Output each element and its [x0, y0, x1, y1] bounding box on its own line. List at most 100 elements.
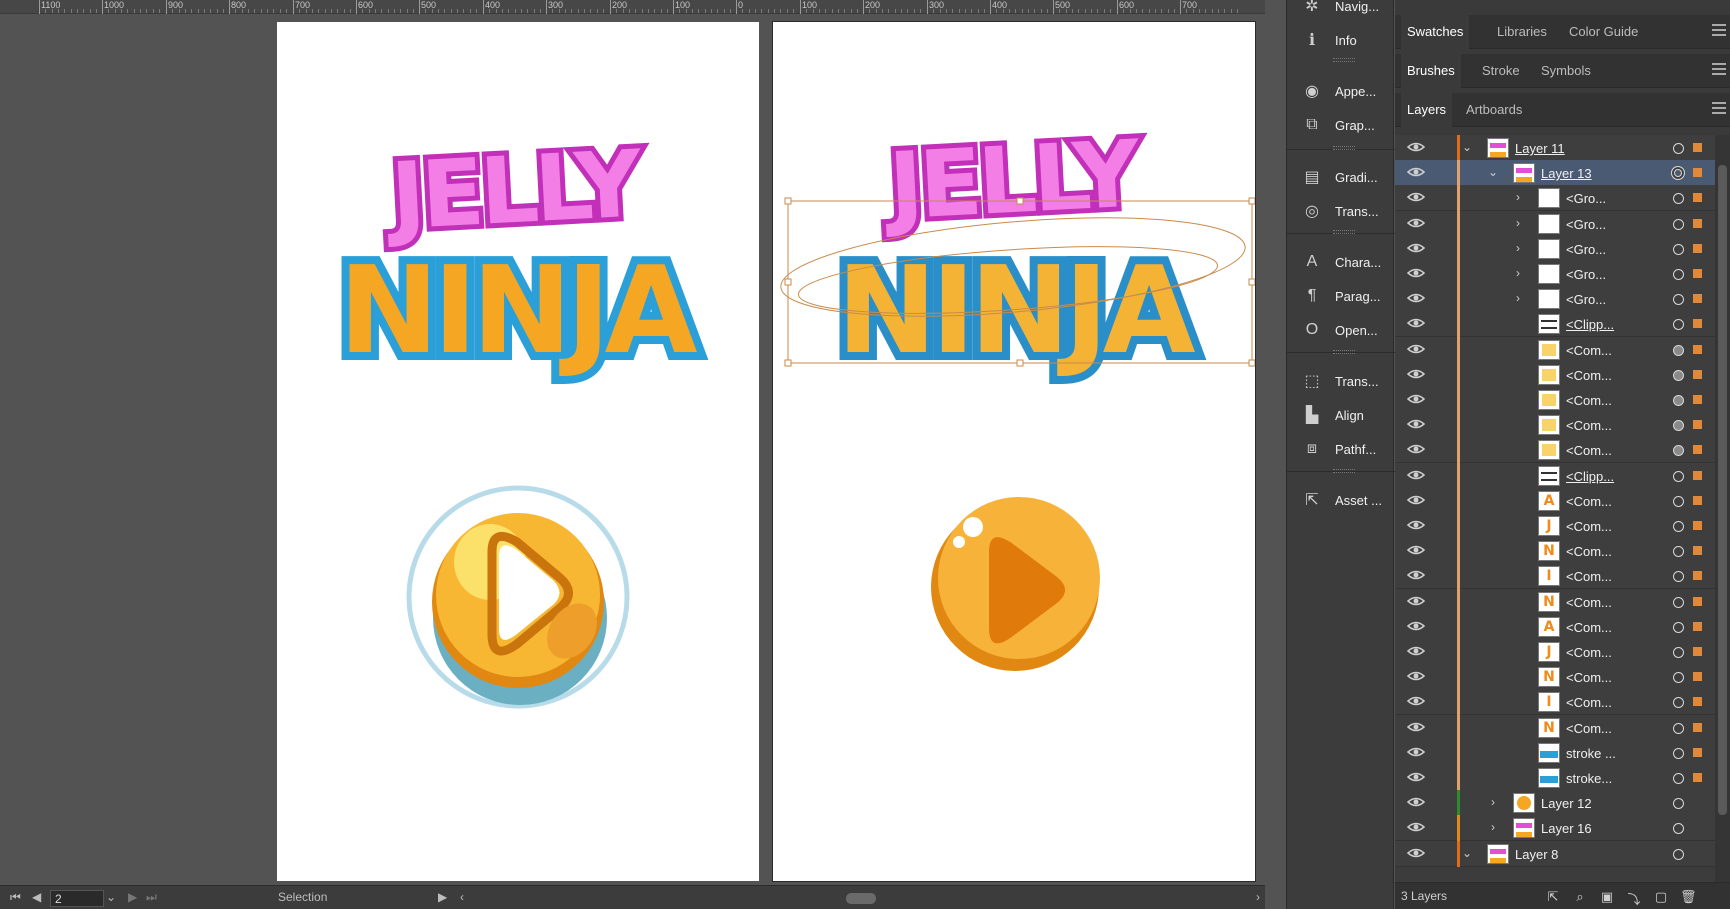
visibility-eye-icon[interactable] [1407, 316, 1425, 330]
panel-button-opentype[interactable]: O Open... [1287, 315, 1395, 345]
layer-name[interactable]: <Gro... [1566, 191, 1606, 206]
target-appearance-icon[interactable] [1673, 345, 1684, 356]
target-appearance-icon[interactable] [1673, 143, 1684, 154]
panel-button-appearance[interactable]: ◉ Appe... [1287, 76, 1395, 106]
new-layer-icon[interactable]: ▢ [1653, 889, 1669, 904]
layer-name[interactable]: stroke... [1566, 771, 1612, 786]
visibility-eye-icon[interactable] [1407, 417, 1425, 431]
panel-button-align[interactable]: ▙ Align [1287, 400, 1395, 430]
artboard-number-input[interactable] [50, 890, 104, 907]
target-appearance-icon[interactable] [1673, 748, 1684, 759]
delete-layer-icon[interactable]: 🗑 [1680, 889, 1697, 904]
visibility-eye-icon[interactable] [1407, 342, 1425, 356]
visibility-eye-icon[interactable] [1407, 820, 1425, 834]
new-sublayer-icon[interactable]: ⤵ [1626, 889, 1642, 907]
layer-row[interactable]: <Com... [1395, 437, 1715, 463]
target-appearance-icon[interactable] [1673, 219, 1684, 230]
layer-name[interactable]: <Com... [1566, 519, 1612, 534]
selection-indicator[interactable] [1693, 773, 1702, 782]
artboard-2[interactable]: JELLY NINJA [772, 21, 1256, 882]
visibility-eye-icon[interactable] [1407, 518, 1425, 532]
expand-chevron-icon[interactable]: › [1512, 216, 1524, 230]
layer-row[interactable]: › <Gro... [1395, 185, 1715, 211]
layer-row[interactable]: ⌄ Layer 13 [1395, 160, 1715, 186]
visibility-eye-icon[interactable] [1407, 140, 1425, 154]
visibility-eye-icon[interactable] [1407, 165, 1425, 179]
visibility-eye-icon[interactable] [1407, 442, 1425, 456]
target-appearance-icon[interactable] [1673, 294, 1684, 305]
collapse-chevron-icon[interactable]: ⌄ [1487, 165, 1499, 179]
visibility-eye-icon[interactable] [1407, 644, 1425, 658]
layer-row[interactable]: ⌄ Layer 11 [1395, 135, 1715, 161]
target-appearance-icon[interactable] [1673, 622, 1684, 633]
layer-row[interactable]: ⌄ Layer 8 [1395, 841, 1715, 867]
clipping-mask-icon[interactable]: ▣ [1599, 889, 1615, 904]
target-appearance-icon[interactable] [1673, 647, 1684, 658]
tab-color-guide[interactable]: Color Guide [1563, 15, 1644, 49]
panel-group-grip[interactable] [1333, 230, 1355, 234]
panel-button-info[interactable]: ℹ Info [1287, 25, 1395, 55]
selection-indicator[interactable] [1693, 269, 1702, 278]
target-appearance-icon[interactable] [1673, 672, 1684, 683]
layer-row[interactable]: N <Com... [1395, 538, 1715, 564]
target-appearance-icon[interactable] [1673, 445, 1684, 456]
layer-name[interactable]: <Com... [1566, 418, 1612, 433]
layer-name[interactable]: Layer 8 [1515, 847, 1558, 862]
layer-name[interactable]: <Com... [1566, 343, 1612, 358]
panel-group-grip[interactable] [1333, 350, 1355, 354]
layer-name[interactable]: Layer 16 [1541, 821, 1592, 836]
visibility-eye-icon[interactable] [1407, 493, 1425, 507]
layer-row[interactable]: › <Gro... [1395, 211, 1715, 237]
selection-indicator[interactable] [1693, 496, 1702, 505]
selection-indicator[interactable] [1693, 445, 1702, 454]
expand-chevron-icon[interactable]: › [1487, 820, 1499, 834]
layer-row[interactable]: <Com... [1395, 387, 1715, 413]
panel-group-grip[interactable] [1333, 469, 1355, 473]
selection-indicator[interactable] [1693, 244, 1702, 253]
layer-name[interactable]: <Com... [1566, 443, 1612, 458]
selection-indicator[interactable] [1693, 622, 1702, 631]
layer-row[interactable]: I <Com... [1395, 689, 1715, 715]
layer-row[interactable]: › Layer 12 [1395, 790, 1715, 816]
target-appearance-icon[interactable] [1673, 723, 1684, 734]
tab-libraries[interactable]: Libraries [1491, 15, 1553, 49]
previous-artboard-icon[interactable]: ◀ [32, 890, 41, 904]
layer-name[interactable]: <Com... [1566, 595, 1612, 610]
visibility-eye-icon[interactable] [1407, 846, 1425, 860]
layer-name[interactable]: <Clipp... [1566, 469, 1614, 484]
visibility-eye-icon[interactable] [1407, 619, 1425, 633]
layer-name[interactable]: <Com... [1566, 721, 1612, 736]
target-appearance-icon[interactable] [1673, 471, 1684, 482]
layer-row[interactable]: A <Com... [1395, 614, 1715, 640]
layer-name[interactable]: <Com... [1566, 645, 1612, 660]
expand-chevron-icon[interactable]: › [1512, 266, 1524, 280]
layer-name[interactable]: <Clipp... [1566, 317, 1614, 332]
next-artboard-icon[interactable]: ▶ [128, 890, 137, 904]
layer-row[interactable]: <Com... [1395, 362, 1715, 388]
selection-indicator[interactable] [1693, 571, 1702, 580]
target-appearance-icon[interactable] [1673, 546, 1684, 557]
visibility-eye-icon[interactable] [1407, 468, 1425, 482]
panel-button-graphic-styles[interactable]: ⧉ Grap... [1287, 110, 1395, 140]
layer-row[interactable]: I <Com... [1395, 563, 1715, 589]
horizontal-ruler[interactable]: 1100 1000 900 800 700 600 500 400 300 200 100 0 100 2… [0, 0, 1265, 14]
collapse-chevron-icon[interactable]: ⌄ [1461, 846, 1473, 860]
selection-indicator[interactable] [1693, 370, 1702, 379]
panel-group-grip[interactable] [1333, 146, 1355, 150]
target-appearance-icon[interactable] [1673, 571, 1684, 582]
artboard-1[interactable]: JELLY NINJA [277, 22, 759, 881]
panel-button-pathfinder[interactable]: ⧈ Pathf... [1287, 434, 1395, 464]
expand-chevron-icon[interactable]: › [1512, 291, 1524, 305]
target-appearance-icon[interactable] [1673, 521, 1684, 532]
layer-row[interactable]: N <Com... [1395, 589, 1715, 615]
visibility-eye-icon[interactable] [1407, 720, 1425, 734]
layer-row[interactable]: N <Com... [1395, 664, 1715, 690]
target-appearance-icon[interactable] [1673, 269, 1684, 280]
panel-button-gradient[interactable]: ▤ Gradi... [1287, 162, 1395, 192]
layer-name[interactable]: Layer 12 [1541, 796, 1592, 811]
visibility-eye-icon[interactable] [1407, 669, 1425, 683]
visibility-eye-icon[interactable] [1407, 392, 1425, 406]
selection-indicator[interactable] [1693, 395, 1702, 404]
selection-indicator[interactable] [1693, 647, 1702, 656]
layer-name[interactable]: <Gro... [1566, 242, 1606, 257]
